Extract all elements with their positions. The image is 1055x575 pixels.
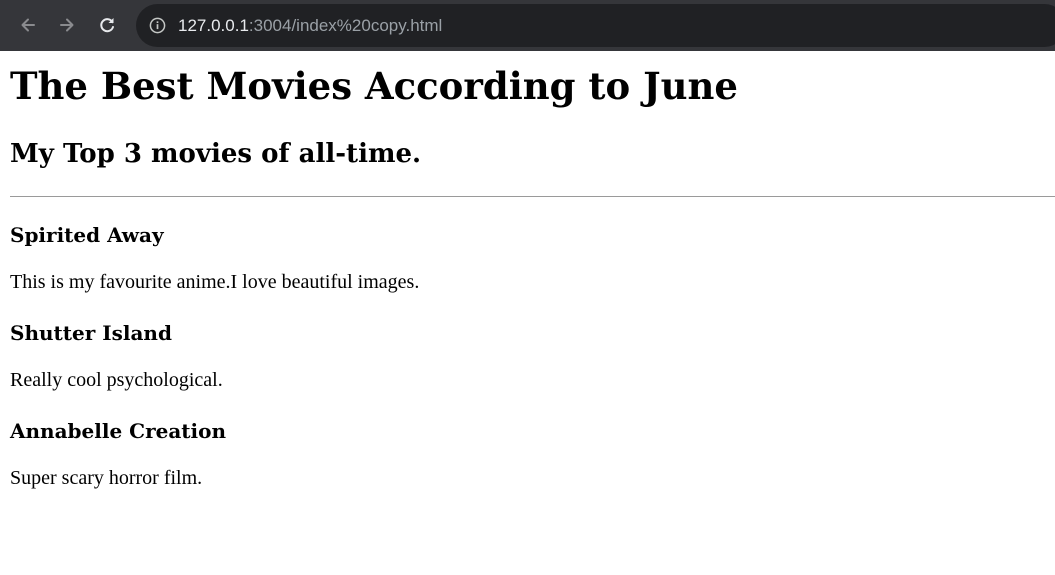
divider — [10, 196, 1055, 197]
arrow-right-icon — [60, 18, 74, 32]
page-subtitle: My Top 3 movies of all-time. — [10, 139, 422, 169]
arrow-left-icon — [21, 18, 35, 32]
url-path: :3004/index%20copy.html — [248, 16, 443, 35]
reload-button[interactable] — [95, 13, 119, 37]
browser-toolbar: 127.0.0.1:3004/index%20copy.html — [0, 0, 1055, 51]
url-host: 127.0.0.1 — [178, 16, 249, 35]
movie-description: This is my favourite anime.I love beauti… — [10, 271, 420, 293]
page-content: The Best Movies According to June My Top… — [0, 51, 1055, 575]
movie-title: Shutter Island — [10, 321, 172, 345]
movie-title: Spirited Away — [10, 223, 164, 247]
movie-description: Super scary horror film. — [10, 467, 203, 489]
forward-button[interactable] — [55, 13, 79, 37]
reload-icon — [100, 18, 114, 33]
url-text[interactable]: 127.0.0.1:3004/index%20copy.html — [178, 15, 442, 36]
page-title: The Best Movies According to June — [10, 64, 738, 108]
movie-description: Really cool psychological. — [10, 369, 223, 391]
info-icon[interactable] — [149, 17, 166, 34]
movie-title: Annabelle Creation — [10, 419, 227, 443]
back-button[interactable] — [16, 13, 40, 37]
address-bar[interactable]: 127.0.0.1:3004/index%20copy.html — [136, 4, 1055, 47]
